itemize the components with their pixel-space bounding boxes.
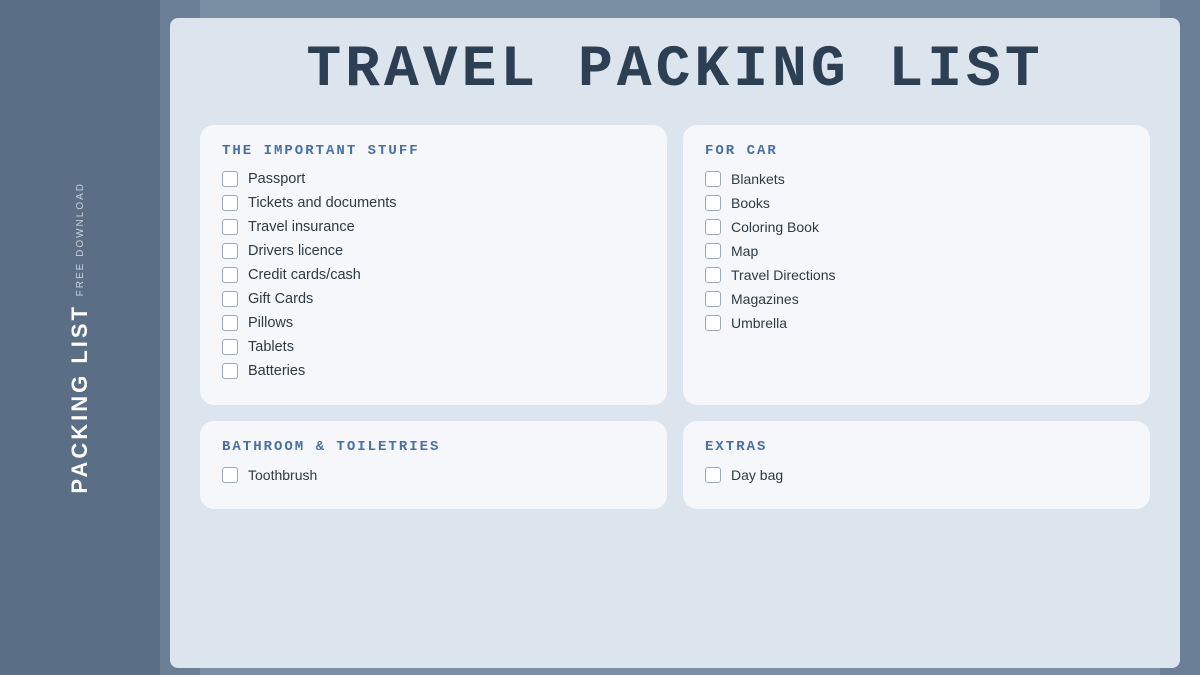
- checkbox[interactable]: [705, 219, 721, 235]
- checkbox[interactable]: [705, 267, 721, 283]
- checklist-item[interactable]: Batteries: [222, 363, 645, 379]
- checkbox[interactable]: [222, 195, 238, 211]
- item-label: Umbrella: [731, 315, 787, 331]
- sidebar: FREE DOWNLOAD PACKING LIST: [0, 0, 160, 675]
- section-title-extras: EXTRAS: [705, 439, 1128, 455]
- checklist-item[interactable]: Passport: [222, 171, 645, 187]
- checkbox[interactable]: [222, 339, 238, 355]
- checkbox[interactable]: [222, 243, 238, 259]
- item-label: Passport: [248, 171, 305, 187]
- section-car: FOR CAR Blankets Books Coloring Book Map Trav…: [683, 125, 1150, 405]
- item-label: Drivers licence: [248, 243, 343, 259]
- item-label: Gift Cards: [248, 291, 313, 307]
- item-label: Travel insurance: [248, 219, 355, 235]
- checkbox[interactable]: [705, 195, 721, 211]
- checkbox[interactable]: [222, 219, 238, 235]
- section-important: THE IMPORTANT STUFF Passport Tickets and d…: [200, 125, 667, 405]
- item-label: Pillows: [248, 315, 293, 331]
- sidebar-packing-list-label: PACKING LIST: [67, 304, 93, 494]
- checklist-item[interactable]: Coloring Book: [705, 219, 1128, 235]
- item-label: Day bag: [731, 467, 783, 483]
- checklist-item[interactable]: Umbrella: [705, 315, 1128, 331]
- checkbox[interactable]: [705, 291, 721, 307]
- checklist-item[interactable]: Travel insurance: [222, 219, 645, 235]
- item-label: Tickets and documents: [248, 195, 397, 211]
- checkbox[interactable]: [705, 315, 721, 331]
- checklist-item[interactable]: Tickets and documents: [222, 195, 645, 211]
- checkbox[interactable]: [222, 363, 238, 379]
- section-bathroom: BATHROOM & TOILETRIES Toothbrush: [200, 421, 667, 509]
- checkbox[interactable]: [222, 171, 238, 187]
- item-label: Credit cards/cash: [248, 267, 361, 283]
- checklist-item[interactable]: Drivers licence: [222, 243, 645, 259]
- item-label: Map: [731, 243, 758, 259]
- checklist-item[interactable]: Credit cards/cash: [222, 267, 645, 283]
- section-title-car: FOR CAR: [705, 143, 1128, 159]
- page-title: TRAVEL PACKING LIST: [200, 38, 1150, 103]
- checklist-item[interactable]: Gift Cards: [222, 291, 645, 307]
- checklist-item[interactable]: Magazines: [705, 291, 1128, 307]
- checklist-item[interactable]: Books: [705, 195, 1128, 211]
- item-label: Blankets: [731, 171, 785, 187]
- checkbox[interactable]: [222, 291, 238, 307]
- checkbox[interactable]: [705, 467, 721, 483]
- checklist-item[interactable]: Blankets: [705, 171, 1128, 187]
- section-extras: EXTRAS Day bag: [683, 421, 1150, 509]
- checklist-item[interactable]: Tablets: [222, 339, 645, 355]
- item-label: Tablets: [248, 339, 294, 355]
- section-title-bathroom: BATHROOM & TOILETRIES: [222, 439, 645, 455]
- main-card: TRAVEL PACKING LIST THE IMPORTANT STUFF P…: [170, 18, 1180, 668]
- checklist-item[interactable]: Day bag: [705, 467, 1128, 483]
- checkbox[interactable]: [705, 171, 721, 187]
- section-title-important: THE IMPORTANT STUFF: [222, 143, 645, 159]
- item-label: Books: [731, 195, 770, 211]
- sections-grid: THE IMPORTANT STUFF Passport Tickets and d…: [200, 125, 1150, 509]
- checklist-item[interactable]: Map: [705, 243, 1128, 259]
- item-label: Travel Directions: [731, 267, 836, 283]
- checkbox[interactable]: [222, 467, 238, 483]
- sidebar-free-download-label: FREE DOWNLOAD: [75, 182, 86, 296]
- item-label: Toothbrush: [248, 467, 317, 483]
- item-label: Batteries: [248, 363, 305, 379]
- checkbox[interactable]: [222, 315, 238, 331]
- checklist-item[interactable]: Pillows: [222, 315, 645, 331]
- item-label: Magazines: [731, 291, 799, 307]
- checklist-item[interactable]: Toothbrush: [222, 467, 645, 483]
- checkbox[interactable]: [705, 243, 721, 259]
- checkbox[interactable]: [222, 267, 238, 283]
- checklist-item[interactable]: Travel Directions: [705, 267, 1128, 283]
- item-label: Coloring Book: [731, 219, 819, 235]
